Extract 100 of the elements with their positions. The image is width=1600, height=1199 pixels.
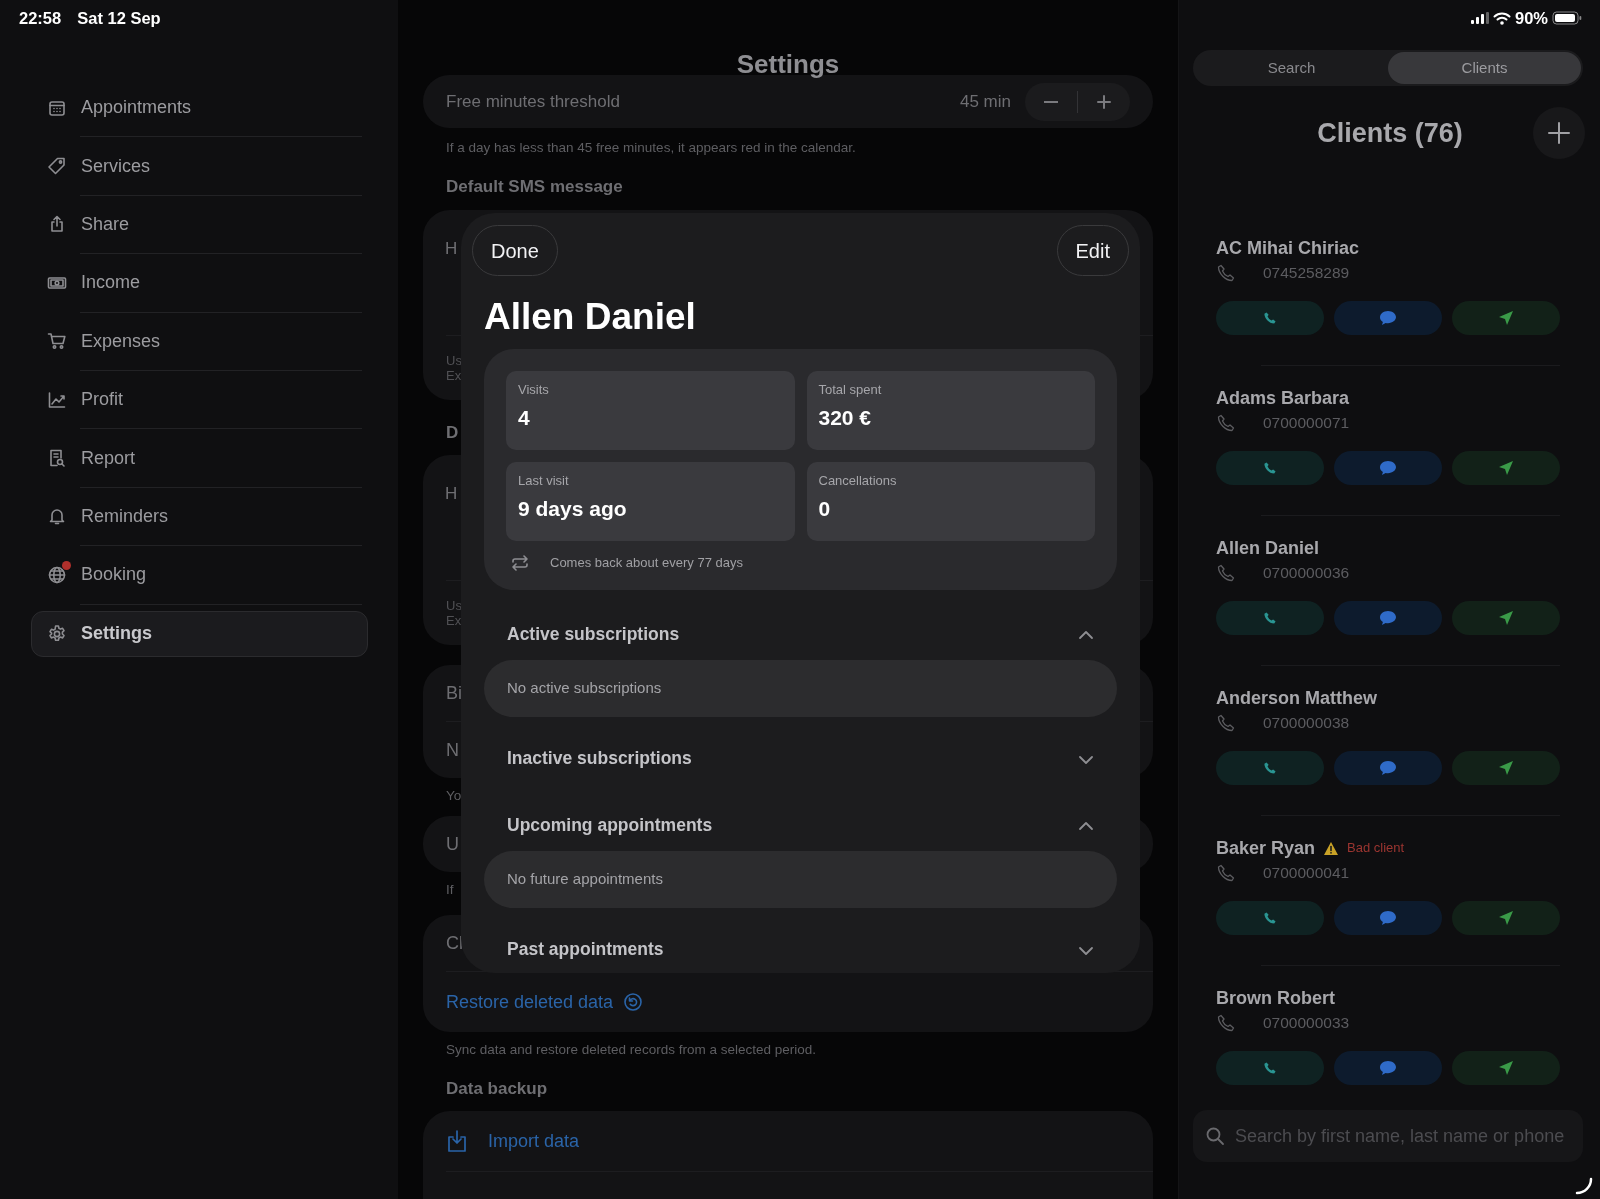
client-name[interactable]: Brown Robert <box>1216 984 1335 1012</box>
paper-plane-icon <box>1498 910 1514 926</box>
sidebar-item[interactable]: Income <box>31 254 368 312</box>
phone-number: 0700000071 <box>1263 412 1350 433</box>
send-button[interactable] <box>1452 751 1560 785</box>
stat-label: Last visit <box>518 473 570 489</box>
client-name[interactable]: Baker Ryan <box>1216 834 1316 862</box>
signal-icon <box>1470 12 1489 24</box>
message-button[interactable] <box>1334 301 1442 335</box>
sidebar-item[interactable]: Appointments <box>31 79 368 137</box>
section-toggle[interactable]: Inactive subscriptions <box>484 733 1117 784</box>
bell-icon <box>47 506 67 527</box>
phone-number: 0745258289 <box>1263 262 1350 283</box>
flag-label: Bad client <box>1347 839 1405 858</box>
hint-text: Us <box>446 353 462 368</box>
segment-tab[interactable]: Clients <box>1388 52 1581 84</box>
segment-tab[interactable]: Search <box>1195 52 1388 84</box>
caption-text: Sync data and restore deleted records from a selected period. <box>445 1042 817 1058</box>
paper-plane-icon <box>1498 310 1514 326</box>
client-name[interactable]: AC Mihai Chiriac <box>1216 234 1360 262</box>
stat-label: Total spent <box>818 382 883 398</box>
sidebar-item[interactable]: Services <box>31 137 368 195</box>
plus-icon <box>1548 122 1570 144</box>
repeat-icon <box>510 554 530 571</box>
edit-button[interactable]: Edit <box>1056 225 1129 276</box>
setting-label: N <box>446 738 459 762</box>
phone-icon <box>1263 1061 1277 1075</box>
stat-label: Cancellations <box>818 473 898 489</box>
message-button[interactable] <box>1334 1051 1442 1085</box>
sidebar-item[interactable]: Profit <box>31 370 368 429</box>
chat-bubble-icon <box>1379 760 1397 776</box>
section-toggle[interactable]: Past appointments <box>484 924 1117 975</box>
add-button[interactable] <box>1533 107 1585 159</box>
send-button[interactable] <box>1452 451 1560 485</box>
status-date: Sat 12 Sep <box>77 7 161 29</box>
message-text: H <box>445 238 458 260</box>
call-button[interactable] <box>1216 301 1324 335</box>
sidebar-item[interactable]: Expenses <box>31 312 368 370</box>
call-button[interactable] <box>1216 1051 1324 1085</box>
caption-text: Yo <box>445 788 463 804</box>
chat-bubble-icon <box>1379 460 1397 476</box>
phone-icon <box>1263 761 1277 775</box>
message-button[interactable] <box>1334 601 1442 635</box>
call-button[interactable] <box>1216 601 1324 635</box>
send-button[interactable] <box>1452 301 1560 335</box>
restore-icon <box>623 992 644 1012</box>
phone-number: 0700000033 <box>1263 1012 1350 1033</box>
chat-bubble-icon <box>1379 310 1397 326</box>
stat-value: 4 <box>518 405 531 431</box>
plus-icon <box>1096 93 1112 110</box>
section-toggle[interactable]: Active subscriptions <box>484 609 1117 660</box>
warning-icon <box>1323 840 1340 856</box>
stat-value: 0 <box>818 496 832 522</box>
paper-plane-icon <box>1498 460 1514 476</box>
setting-label: Free minutes threshold <box>446 90 621 113</box>
section-header: Default SMS message <box>445 176 624 198</box>
hint-text: Us <box>446 598 462 613</box>
section-header: Data backup <box>445 1078 549 1100</box>
message-button[interactable] <box>1334 451 1442 485</box>
call-button[interactable] <box>1216 901 1324 935</box>
phone-number: 0700000036 <box>1263 562 1350 583</box>
resize-handle-icon[interactable] <box>1575 1177 1593 1195</box>
sidebar-item[interactable]: Share <box>31 195 368 254</box>
chat-bubble-icon <box>1379 910 1397 926</box>
phone-icon <box>1216 262 1236 283</box>
call-button[interactable] <box>1216 451 1324 485</box>
settings-icon <box>47 623 67 644</box>
search-field[interactable]: Search by first name, last name or phone <box>1193 1110 1583 1162</box>
sidebar-item[interactable]: Settings <box>31 610 368 657</box>
send-button[interactable] <box>1452 901 1560 935</box>
message-button[interactable] <box>1334 901 1442 935</box>
setting-label: U <box>446 832 459 856</box>
phone-icon <box>1216 562 1236 583</box>
page-title: Settings <box>735 48 841 77</box>
sidebar-item[interactable]: Reminders <box>31 487 368 546</box>
message-button[interactable] <box>1334 751 1442 785</box>
sidebar-item[interactable]: Booking <box>31 546 368 604</box>
hint-text: Ex <box>446 613 462 628</box>
status-time: 22:58 <box>19 7 62 29</box>
document-icon <box>47 448 67 469</box>
call-button[interactable] <box>1216 751 1324 785</box>
send-button[interactable] <box>1452 601 1560 635</box>
client-name[interactable]: Adams Barbara <box>1216 384 1350 412</box>
send-button[interactable] <box>1452 1051 1560 1085</box>
client-name[interactable]: Anderson Matthew <box>1216 684 1377 712</box>
paper-plane-icon <box>1498 1060 1514 1076</box>
paper-plane-icon <box>1498 610 1514 626</box>
setting-value: 45 min <box>959 90 1011 113</box>
client-name[interactable]: Allen Daniel <box>1216 534 1320 562</box>
section-toggle[interactable]: Upcoming appointments <box>484 800 1117 851</box>
sidebar-item[interactable]: Report <box>31 429 368 487</box>
done-button[interactable]: Done <box>472 225 558 276</box>
empty-message: No active subscriptions <box>484 659 1117 717</box>
phone-icon <box>1216 1012 1236 1033</box>
caption-text: If <box>445 882 455 898</box>
setting-label: Bi <box>446 681 462 705</box>
chat-bubble-icon <box>1379 1060 1397 1076</box>
client-name: Allen Daniel <box>484 295 697 339</box>
stat-value: 9 days ago <box>518 496 628 522</box>
phone-icon <box>1216 412 1236 433</box>
